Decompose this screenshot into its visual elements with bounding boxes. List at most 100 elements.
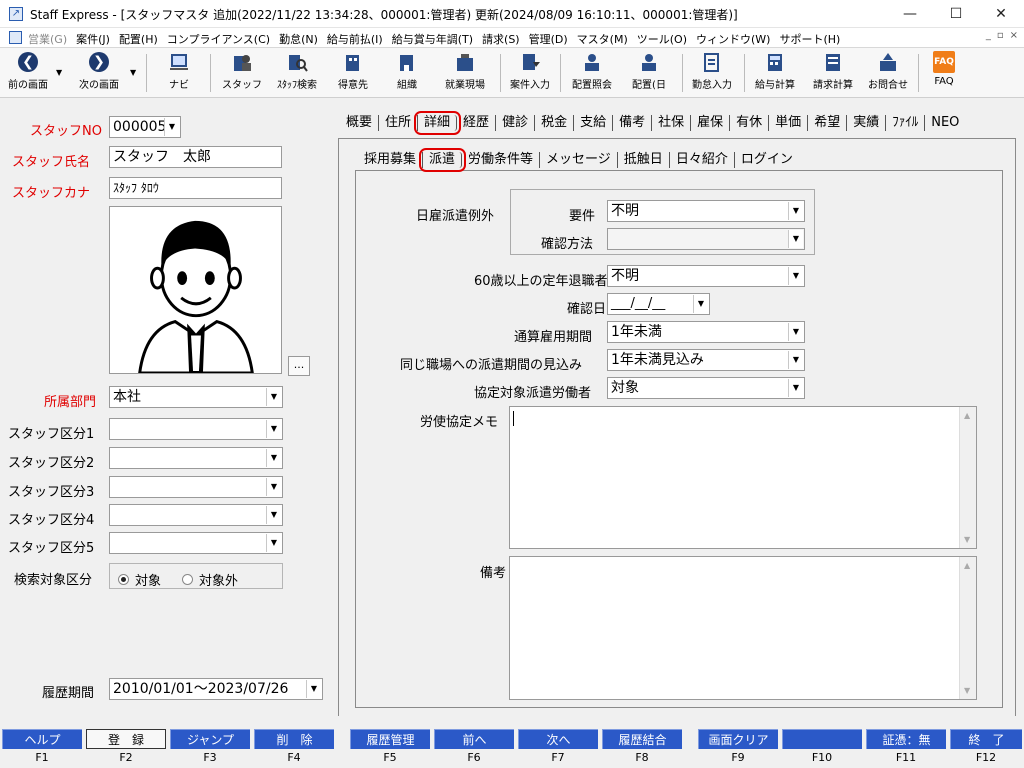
tab-paid-leave[interactable]: 有休 — [730, 115, 770, 131]
clear-screen-button[interactable]: 画面クリア — [698, 729, 778, 749]
payroll-button[interactable]: 給与計算 — [748, 50, 802, 96]
tab-recruitment[interactable]: 採用募集 — [358, 152, 424, 168]
staff-search-button[interactable]: ｽﾀｯﾌ検索 — [268, 50, 326, 96]
tab-remarks[interactable]: 備考 — [613, 115, 653, 131]
requirement-select[interactable]: 不明 ▼ — [607, 200, 805, 222]
help-button[interactable]: ヘルプ — [2, 729, 82, 749]
staff-no-select[interactable]: 000005 ▼ — [109, 116, 181, 138]
menu-haichi[interactable]: 配置(H) — [119, 31, 158, 47]
staff-button[interactable]: スタッフ — [220, 50, 264, 96]
photo-browse-button[interactable]: ... — [288, 356, 310, 376]
staff-kana-field[interactable]: ｽﾀｯﾌ ﾀﾛｳ — [109, 177, 282, 199]
menu-tool[interactable]: ツール(O) — [637, 31, 687, 47]
radio-non-target[interactable]: 対象外 — [182, 570, 238, 589]
tab-tax[interactable]: 税金 — [535, 115, 575, 131]
menu-kyuyo-maebarai[interactable]: 給与前払(I) — [327, 31, 383, 47]
maximize-button[interactable]: ☐ — [933, 0, 979, 28]
menu-support[interactable]: サポート(H) — [779, 31, 840, 47]
tab-daily-referral[interactable]: 日々紹介 — [670, 152, 735, 168]
tab-file[interactable]: ﾌｧｲﾙ — [886, 115, 926, 131]
tab-message[interactable]: メッセージ — [540, 152, 618, 168]
memo-scrollbar[interactable]: ▲ ▼ — [959, 407, 976, 548]
delete-button[interactable]: 削 除 — [254, 729, 334, 749]
tab-conflict-date[interactable]: 抵触日 — [618, 152, 670, 168]
confirm-method-select[interactable]: ▼ — [607, 228, 805, 250]
dept-select[interactable]: 本社 ▼ — [109, 386, 283, 408]
assign-button[interactable]: 配置(日 — [624, 50, 674, 96]
menu-kanri[interactable]: 管理(D) — [529, 31, 568, 47]
memo-textarea[interactable]: ▲ ▼ — [509, 406, 977, 549]
mdi-minimize-button[interactable]: _ — [986, 30, 991, 41]
history-select[interactable]: 2010/01/01～2023/07/26 ▼ — [109, 678, 323, 700]
billing-button[interactable]: 請求計算 — [806, 50, 860, 96]
kubun4-select[interactable]: ▼ — [109, 504, 283, 526]
back-button[interactable]: ❮ 前の画面 — [2, 50, 54, 96]
agreement-worker-select[interactable]: 対象 ▼ — [607, 377, 805, 399]
tab-unit-price[interactable]: 単価 — [769, 115, 809, 131]
tab-login[interactable]: ログイン — [735, 152, 799, 168]
faq-button[interactable]: FAQ FAQ — [922, 50, 966, 96]
menu-kintai[interactable]: 勤怠(N) — [279, 31, 318, 47]
total-period-select[interactable]: 1年未満 ▼ — [607, 321, 805, 343]
kubun2-select[interactable]: ▼ — [109, 447, 283, 469]
radio-target[interactable]: 対象 — [118, 570, 161, 589]
minimize-button[interactable]: — — [887, 0, 933, 28]
tab-working-conditions[interactable]: 労働条件等 — [462, 152, 541, 168]
menu-anken[interactable]: 案件(J) — [76, 31, 110, 47]
menu-seikyu[interactable]: 請求(S) — [482, 31, 520, 47]
tab-results[interactable]: 実績 — [847, 115, 887, 131]
menu-compliance[interactable]: コンプライアンス(C) — [167, 31, 270, 47]
site-button[interactable]: 就業現場 — [436, 50, 494, 96]
tab-dispatch[interactable]: 派遣 — [419, 148, 467, 172]
history-management-button[interactable]: 履歴管理 — [350, 729, 430, 749]
jump-button[interactable]: ジャンプ — [170, 729, 250, 749]
navi-button[interactable]: ナビ — [156, 50, 202, 96]
menu-eigyo[interactable]: 営業(G) — [28, 31, 67, 47]
org-button[interactable]: 組織 — [384, 50, 430, 96]
mdi-close-button[interactable]: × — [1010, 30, 1018, 41]
scroll-down-icon[interactable]: ▼ — [964, 535, 970, 544]
remarks-textarea[interactable]: ▲ ▼ — [509, 556, 977, 700]
register-button[interactable]: 登 録 — [86, 729, 166, 749]
kubun1-select[interactable]: ▼ — [109, 418, 283, 440]
tab-detail[interactable]: 詳細 — [414, 111, 462, 135]
evidence-button[interactable]: 証憑：無 — [866, 729, 946, 749]
menu-master[interactable]: マスタ(M) — [577, 31, 628, 47]
mdi-restore-button[interactable]: ▫ — [997, 30, 1004, 41]
forward-dropdown-icon[interactable]: ▼ — [130, 68, 136, 77]
f10-button[interactable] — [782, 729, 862, 749]
scroll-up-icon[interactable]: ▲ — [964, 411, 970, 420]
client-button[interactable]: 得意先 — [330, 50, 376, 96]
tab-neo[interactable]: NEO — [925, 115, 965, 131]
prev-button[interactable]: 前へ — [434, 729, 514, 749]
tab-health-check[interactable]: 健診 — [496, 115, 536, 131]
tab-employment-insurance[interactable]: 雇保 — [691, 115, 731, 131]
next-button[interactable]: 次へ — [518, 729, 598, 749]
tab-wishes[interactable]: 希望 — [808, 115, 848, 131]
tab-social-insurance[interactable]: 社保 — [652, 115, 692, 131]
kubun3-select[interactable]: ▼ — [109, 476, 283, 498]
attendance-button[interactable]: 勤怠入力 — [686, 50, 738, 96]
scroll-down-icon[interactable]: ▼ — [964, 686, 970, 695]
job-entry-button[interactable]: 案件入力 — [504, 50, 556, 96]
forward-button[interactable]: ❯ 次の画面 — [70, 50, 128, 96]
exit-button[interactable]: 終 了 — [950, 729, 1022, 749]
confirm-date-picker[interactable]: ___/__/__ ▼ — [607, 293, 710, 315]
contact-button[interactable]: お問合せ — [862, 50, 914, 96]
tab-payment[interactable]: 支給 — [574, 115, 614, 131]
retiree60-select[interactable]: 不明 ▼ — [607, 265, 805, 287]
same-workplace-select[interactable]: 1年未満見込み ▼ — [607, 349, 805, 371]
history-merge-button[interactable]: 履歴結合 — [602, 729, 682, 749]
remarks-scrollbar[interactable]: ▲ ▼ — [959, 557, 976, 699]
menu-kyuyo-shoyo[interactable]: 給与賞与年調(T) — [392, 31, 473, 47]
staff-name-field[interactable]: スタッフ 太郎 — [109, 146, 282, 168]
assign-ref-button[interactable]: 配置照会 — [566, 50, 618, 96]
kubun5-select[interactable]: ▼ — [109, 532, 283, 554]
menu-window[interactable]: ウィンドウ(W) — [696, 31, 770, 47]
scroll-up-icon[interactable]: ▲ — [964, 561, 970, 570]
close-button[interactable]: ✕ — [978, 0, 1024, 28]
tab-career[interactable]: 経歴 — [457, 115, 497, 131]
tab-overview[interactable]: 概要 — [340, 115, 380, 131]
tab-address[interactable]: 住所 — [379, 115, 419, 131]
back-dropdown-icon[interactable]: ▼ — [56, 68, 62, 77]
